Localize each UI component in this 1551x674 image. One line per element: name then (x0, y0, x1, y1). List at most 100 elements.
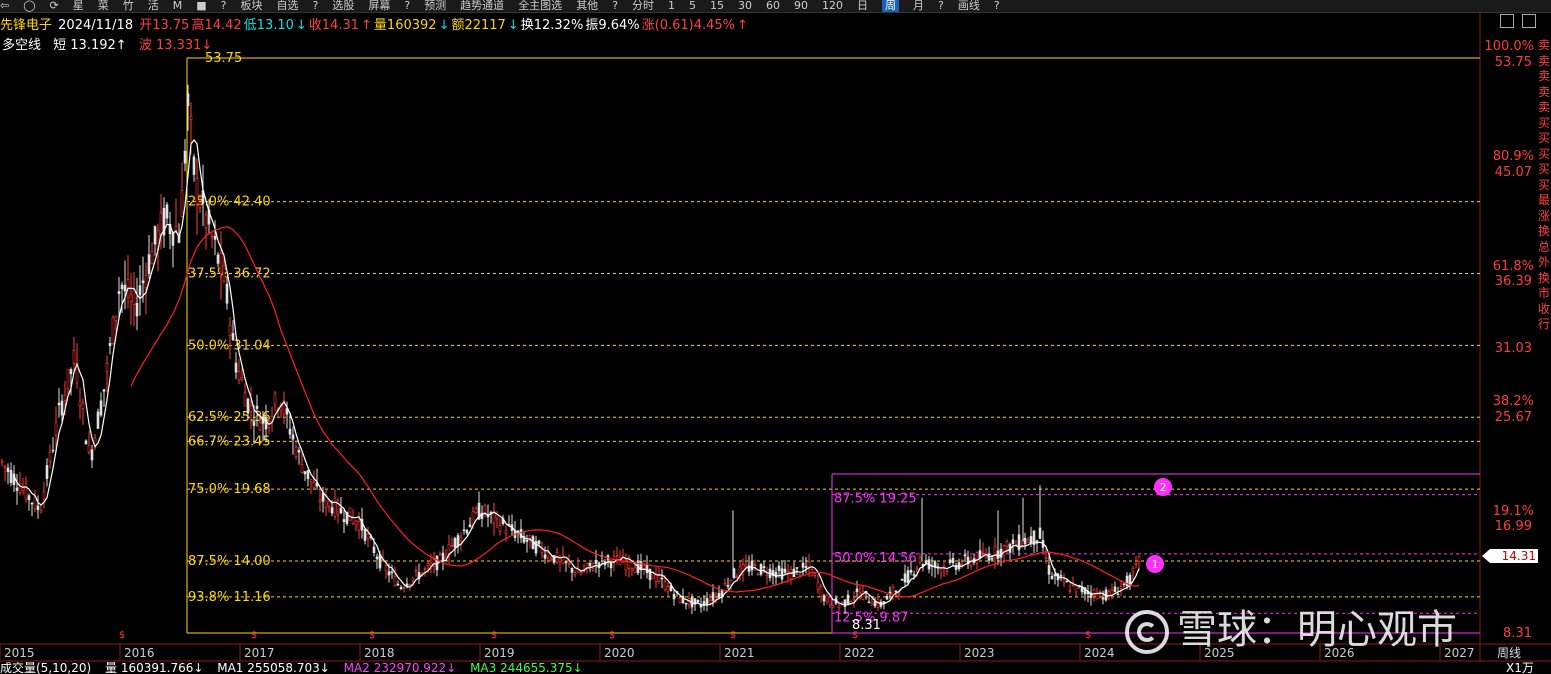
candle-body (717, 592, 721, 598)
side-label: 卖 (1538, 69, 1551, 83)
candle-body (567, 563, 571, 565)
candle-body (186, 93, 190, 107)
candle-body (195, 177, 199, 205)
candle-body (171, 232, 175, 246)
time-axis-label: 2022 (844, 646, 875, 660)
time-axis-label: 2024 (1084, 646, 1115, 660)
candle-body (861, 591, 865, 600)
axis-price-label: 36.39 (1495, 274, 1532, 289)
candle-body (978, 550, 982, 559)
candle-body (765, 574, 769, 577)
candle-body (801, 562, 805, 568)
candle-body (1116, 593, 1120, 596)
candle-body (939, 568, 943, 574)
xueqiu-logo-icon (1125, 610, 1169, 654)
candle-body (453, 538, 457, 548)
candle-body (945, 570, 949, 572)
candle-body (1092, 589, 1096, 597)
volume-indicator-label[interactable]: 成交量(5,10,20) (0, 662, 91, 674)
candle-body (987, 553, 991, 561)
candle-body (339, 508, 343, 514)
candle-body (354, 520, 358, 526)
candle-body (1131, 568, 1135, 573)
candle-body (891, 587, 895, 595)
candle-body (660, 577, 664, 580)
candle-body (411, 577, 415, 581)
candle-body (51, 449, 55, 452)
candle-body (237, 371, 241, 380)
candle-body (726, 585, 730, 587)
candle-body (90, 449, 94, 461)
candle-body (789, 569, 793, 580)
candle-body (813, 573, 817, 576)
candle-body (846, 594, 850, 605)
candle-body (57, 402, 61, 406)
candle-body (309, 479, 313, 483)
ma1-value: MA1 255058.703↓ (217, 662, 330, 674)
signal-marker: $ (609, 630, 615, 641)
side-label: 卖 (1538, 100, 1551, 114)
side-label: 买 (1538, 115, 1551, 130)
candle-body (3, 465, 7, 468)
axis-percent-label: 100.0% (1484, 39, 1534, 54)
candle-body (1053, 573, 1057, 577)
candle-body (240, 377, 244, 380)
candle-body (297, 449, 301, 453)
candle-body (885, 595, 889, 600)
candle-body (351, 517, 355, 524)
volume-unit: X1万 (1506, 662, 1534, 674)
candle-body (438, 553, 442, 556)
candle-body (393, 576, 397, 587)
candle-body (1122, 583, 1126, 585)
candle-body (750, 561, 754, 571)
ma3-value: MA3 244655.375↓ (470, 662, 583, 674)
candle-body (108, 343, 112, 347)
candle-body (36, 505, 40, 510)
candle-body (333, 498, 337, 517)
candle-body (837, 605, 841, 608)
candle-body (180, 190, 184, 217)
candle-body (165, 204, 169, 219)
candle-body (0, 460, 4, 463)
candle-body (402, 587, 406, 590)
candle-body (759, 563, 763, 575)
kline-chart[interactable]: 53.7525.0% 42.4037.5% 36.7250.0% 31.0462… (0, 0, 1551, 674)
candle-body (1065, 580, 1069, 583)
candle-body (45, 465, 49, 479)
time-axis-label: 2018 (364, 646, 395, 660)
candle-body (1002, 545, 1006, 557)
candle-body (372, 546, 376, 553)
candle-body (924, 560, 928, 564)
candle-body (72, 350, 76, 364)
candle-body (783, 568, 787, 573)
axis-price-label: 31.03 (1495, 341, 1532, 356)
candle-body (1068, 589, 1072, 592)
fib-level-label: 93.8% 11.16 (188, 590, 271, 605)
signal-marker: $ (251, 630, 257, 641)
candle-body (744, 564, 748, 567)
candle-body (729, 580, 733, 586)
candle-body (231, 333, 235, 341)
side-label: 卖 (1538, 84, 1551, 99)
candle-body (456, 535, 460, 547)
candle-body (66, 368, 70, 390)
candle-body (798, 573, 802, 576)
fib-level-label: 87.5% 14.00 (188, 554, 271, 569)
marker-label: 2 (1160, 481, 1167, 494)
candle-body (570, 567, 574, 573)
candle-body (264, 417, 268, 430)
candle-body (573, 572, 577, 575)
candle-body (24, 482, 28, 500)
axis-percent-label: 80.9% (1493, 149, 1534, 164)
candle-body (870, 602, 874, 606)
candle-body (705, 598, 709, 606)
candle-body (756, 573, 760, 576)
candle-body (1026, 539, 1030, 543)
side-label: 最 (1538, 193, 1551, 207)
candle-body (288, 428, 292, 435)
candle-body (114, 316, 118, 321)
side-label: 买 (1538, 131, 1551, 145)
candle-body (120, 284, 124, 290)
candle-body (816, 582, 820, 590)
candle-body (840, 602, 844, 604)
